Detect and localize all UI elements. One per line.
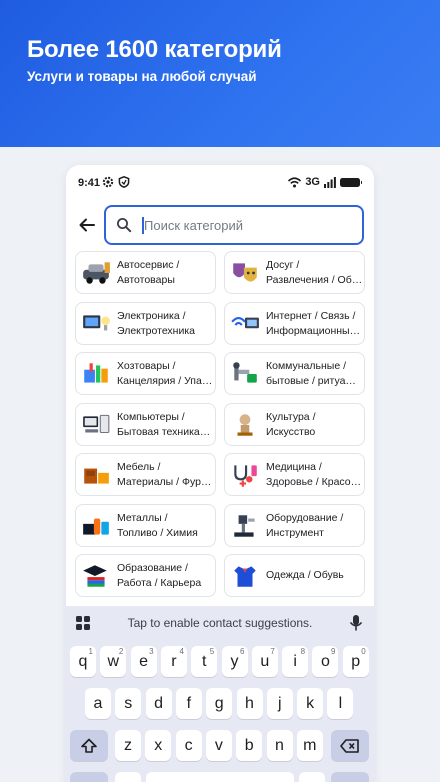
promo-title: Более 1600 категорий xyxy=(27,36,282,63)
key-a[interactable]: a xyxy=(85,688,111,719)
key-b[interactable]: b xyxy=(236,730,263,761)
key-r[interactable]: r4 xyxy=(160,646,187,677)
key-l[interactable]: l xyxy=(327,688,354,719)
key-u[interactable]: u7 xyxy=(251,646,278,677)
computers-icon xyxy=(83,414,110,433)
category-label: Компьютеры / Бытовая техника… xyxy=(117,410,211,438)
keyboard-toolbar: Tap to enable contact suggestions. xyxy=(66,606,374,640)
category-card[interactable]: Образование / Работа / Карьера xyxy=(75,554,216,597)
category-card[interactable]: Хозтовары / Канцелярия / Упа… xyxy=(75,352,216,395)
key-p[interactable]: p0 xyxy=(342,646,369,677)
medicine-icon xyxy=(234,465,257,487)
category-label: Автосервис / Автотовары xyxy=(117,259,180,286)
keyboard: Tap to enable contact suggestions. q1w2e… xyxy=(66,606,374,782)
category-label: Культура / Искусство xyxy=(266,410,316,438)
status-time: 9:41 xyxy=(78,177,101,189)
shift-key[interactable] xyxy=(70,730,108,761)
key-t[interactable]: t5 xyxy=(191,646,218,677)
network-type: 3G xyxy=(305,176,320,188)
household-goods-icon xyxy=(84,363,108,383)
key-s[interactable]: s xyxy=(115,688,142,719)
key-g[interactable]: g xyxy=(206,688,233,719)
category-card[interactable]: Компьютеры / Бытовая техника… xyxy=(75,402,216,446)
key-v[interactable]: v xyxy=(205,730,232,761)
status-bar: 9:41 3G xyxy=(66,165,374,201)
battery-icon xyxy=(340,177,362,187)
category-card[interactable]: Культура / Искусство xyxy=(224,402,365,446)
signal-icon xyxy=(324,176,336,188)
category-label: Оборудование / Инструмент xyxy=(266,511,344,539)
category-card[interactable]: Металлы / Топливо / Химия xyxy=(75,503,216,547)
key-n[interactable]: n xyxy=(266,730,293,761)
key-x[interactable]: x xyxy=(145,730,172,761)
category-card[interactable]: Оборудование / Инструмент xyxy=(224,503,365,547)
category-card[interactable]: Одежда / Обувь xyxy=(224,554,365,597)
category-label: Образование / Работа / Карьера xyxy=(117,562,202,589)
category-label: Мебель / Материалы / Фур… xyxy=(117,461,212,488)
theater-masks-icon xyxy=(233,263,257,282)
category-card[interactable]: Мебель / Материалы / Фур… xyxy=(75,453,216,496)
shield-icon xyxy=(118,176,130,188)
key-y[interactable]: y6 xyxy=(221,646,248,677)
key-c[interactable]: c xyxy=(175,730,202,761)
promo-subtitle: Услуги и товары на любой случай xyxy=(27,69,257,84)
search-icon xyxy=(117,218,132,233)
category-label: Одежда / Обувь xyxy=(266,569,344,581)
backspace-icon xyxy=(340,739,359,753)
category-label: Досуг / Развлечения / Об… xyxy=(266,259,363,286)
enter-key[interactable] xyxy=(331,772,369,782)
category-label: Коммунальные / бытовые / ритуа… xyxy=(266,360,356,387)
symbols-key[interactable] xyxy=(70,772,108,782)
shift-icon xyxy=(81,738,97,753)
space-key[interactable] xyxy=(146,772,294,782)
internet-icon xyxy=(231,316,259,328)
category-card[interactable]: Электроника / Электротехника xyxy=(75,301,216,345)
backspace-key[interactable] xyxy=(331,730,369,761)
period-key[interactable] xyxy=(299,772,325,782)
status-indicators: 3G xyxy=(288,176,362,188)
culture-icon xyxy=(237,413,253,436)
key-w[interactable]: w2 xyxy=(100,646,127,677)
furniture-icon xyxy=(84,468,109,484)
key-k[interactable]: k xyxy=(297,688,324,719)
key-j[interactable]: j xyxy=(266,688,293,719)
comma-key[interactable] xyxy=(115,772,141,782)
phone-screen: 9:41 3G Поиск категорий Автосервис / Авт… xyxy=(66,165,374,782)
microphone-icon[interactable] xyxy=(348,614,364,632)
promo-header: Более 1600 категорий Услуги и товары на … xyxy=(0,0,440,147)
education-icon xyxy=(83,565,107,587)
key-q[interactable]: q1 xyxy=(70,646,96,677)
search-input[interactable] xyxy=(144,214,354,236)
back-arrow-icon[interactable] xyxy=(77,215,97,235)
key-m[interactable]: m xyxy=(296,730,323,761)
category-card[interactable]: Автосервис / Автотовары xyxy=(75,251,216,294)
key-f[interactable]: f xyxy=(175,688,202,719)
category-label: Хозтовары / Канцелярия / Упа… xyxy=(117,360,213,387)
clothing-icon xyxy=(234,566,256,587)
category-label: Электроника / Электротехника xyxy=(117,309,196,337)
category-card[interactable]: Интернет / Связь / Информационны… xyxy=(224,301,365,345)
key-h[interactable]: h xyxy=(236,688,263,719)
category-label: Медицина / Здоровье / Красо… xyxy=(266,461,362,488)
key-i[interactable]: i8 xyxy=(282,646,309,677)
key-z[interactable]: z xyxy=(115,730,141,761)
category-card[interactable]: Досуг / Развлечения / Об… xyxy=(224,251,365,294)
category-card[interactable]: Коммунальные / бытовые / ритуа… xyxy=(224,352,365,395)
key-d[interactable]: d xyxy=(145,688,172,719)
car-service-icon xyxy=(83,262,110,284)
key-o[interactable]: o9 xyxy=(312,646,339,677)
search-box[interactable] xyxy=(104,205,364,245)
utilities-icon xyxy=(233,362,257,383)
key-e[interactable]: e3 xyxy=(130,646,157,677)
category-label: Металлы / Топливо / Химия xyxy=(117,511,198,539)
metals-icon xyxy=(83,518,109,535)
wifi-icon xyxy=(288,176,302,187)
category-label: Интернет / Связь / Информационны… xyxy=(266,309,361,337)
settings-gear-icon xyxy=(102,176,114,188)
suggestion-strip[interactable]: Tap to enable contact suggestions. xyxy=(66,616,374,630)
equipment-icon xyxy=(234,514,255,537)
category-card[interactable]: Медицина / Здоровье / Красо… xyxy=(224,453,365,496)
electronics-icon xyxy=(83,314,110,330)
